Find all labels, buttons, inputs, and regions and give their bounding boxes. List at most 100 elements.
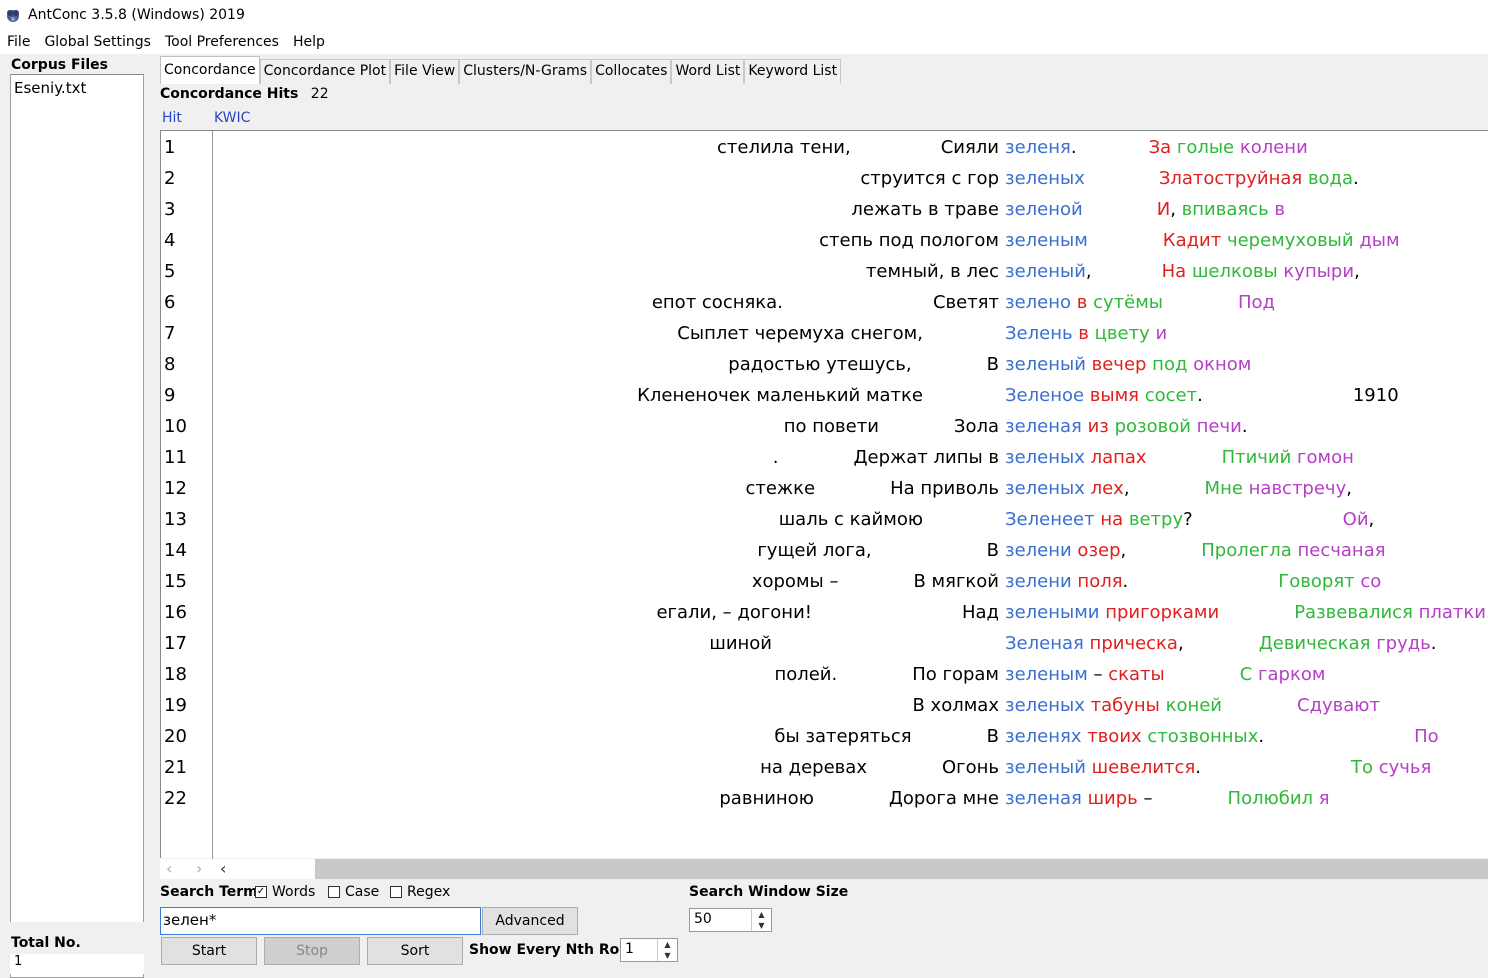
keyword-in-context[interactable]: зелено xyxy=(1005,292,1071,313)
context-word: Сияли xyxy=(940,137,999,158)
concordance-row[interactable]: шаль с каймою Зеленеет на ветру? Ой, xyxy=(161,509,1488,540)
keyword-in-context[interactable]: зеленя xyxy=(1005,137,1071,158)
concordance-row[interactable]: шиной Зеленая прическа, Девическая грудь. xyxy=(161,633,1488,664)
context-word: . xyxy=(1070,137,1077,158)
horizontal-scrollbar[interactable]: ‹ › ‹ xyxy=(160,859,1488,879)
corpus-panel: Corpus Files Eseniy.txt Total No. 1 xyxy=(8,56,148,978)
context-word: Говорят xyxy=(1278,571,1355,592)
concordance-row[interactable]: . Держат липы в зеленых лапах Птичий гомон xyxy=(161,447,1488,478)
words-checkbox[interactable]: ✓ xyxy=(255,886,267,898)
context-word: платки xyxy=(1412,602,1486,623)
concordance-row[interactable]: В холмах зеленых табуны коней Сдувают xyxy=(161,695,1488,726)
concordance-results[interactable]: 1 2 3 4 5 6 7 8 9 10 11 12 13 14 15 16 17 18 19 20 21 22 стел… xyxy=(160,130,1488,859)
keyword-in-context[interactable]: зеленях xyxy=(1005,726,1081,747)
start-button[interactable]: Start xyxy=(161,937,257,965)
keyword-in-context[interactable]: зеленая xyxy=(1005,416,1082,437)
spinner-arrows-icon[interactable]: ▲ ▼ xyxy=(657,939,677,961)
search-term-input[interactable]: зелен* xyxy=(160,907,481,935)
keyword-in-context[interactable]: зеленым xyxy=(1005,230,1088,251)
regex-checkbox[interactable] xyxy=(390,886,402,898)
column-header-hit[interactable]: Hit xyxy=(162,110,182,126)
menu-global-settings[interactable]: Global Settings xyxy=(37,34,158,50)
keyword-in-context[interactable]: зеленой xyxy=(1005,199,1083,220)
context-word: Ой xyxy=(1342,509,1369,530)
keyword-in-context[interactable]: зеленый xyxy=(1005,354,1086,375)
total-area: Total No. 1 xyxy=(10,922,144,974)
concordance-row[interactable]: Сыплет черемуха снегом, Зелень в цвету и xyxy=(161,323,1488,354)
keyword-in-context[interactable]: зелени xyxy=(1005,571,1072,592)
tab-clusters-ngrams[interactable]: Clusters/N-Grams xyxy=(459,59,592,84)
keyword-in-context[interactable]: зелеными xyxy=(1005,602,1099,623)
concordance-row[interactable]: полей. По горам зеленым – скаты С гарком xyxy=(161,664,1488,695)
keyword-in-context[interactable]: зеленых xyxy=(1005,168,1085,189)
keyword-in-context[interactable]: Зеленая xyxy=(1005,633,1084,654)
tab-keyword-list[interactable]: Keyword List xyxy=(744,59,842,84)
concordance-row[interactable]: Клененочек маленький матке Зеленое вымя с… xyxy=(161,385,1488,416)
menu-file[interactable]: File xyxy=(0,34,37,50)
stop-button[interactable]: Stop xyxy=(264,937,360,965)
keyword-in-context[interactable]: Зеленое xyxy=(1005,385,1084,406)
menu-help[interactable]: Help xyxy=(286,34,332,50)
concordance-row[interactable]: хоромы – В мягкой зелени поля. Говорят со xyxy=(161,571,1488,602)
keyword-and-right-context: зелеными пригоркамиРазвевалися платки. xyxy=(1005,602,1488,623)
concordance-row[interactable]: епот сосняка. Светят зелено в сутёмы Под xyxy=(161,292,1488,323)
concordance-row[interactable]: радостью утешусь, Взеленый вечер под окно… xyxy=(161,354,1488,385)
concordance-row[interactable]: бы затеряться Взеленях твоих стозвонных. П… xyxy=(161,726,1488,757)
advanced-button[interactable]: Advanced xyxy=(482,907,578,935)
context-word: Развевалися xyxy=(1294,602,1413,623)
concordance-row[interactable]: струится с гор зеленых Златоструйная вода. xyxy=(161,168,1488,199)
words-option[interactable]: ✓ Words xyxy=(255,884,315,900)
column-header-kwic[interactable]: KWIC xyxy=(214,110,250,126)
tab-collocates[interactable]: Collocates xyxy=(591,59,672,84)
left-context: равниною Дорога мне xyxy=(719,788,999,809)
concordance-row[interactable]: гущей лога, Взелени озер, Пролегла песчана… xyxy=(161,540,1488,571)
keyword-in-context[interactable]: зелени xyxy=(1005,540,1072,561)
concordance-row[interactable]: стелила тени, Сияли зеленя. За голые колени xyxy=(161,137,1488,168)
concordance-row[interactable]: равниною Дорога мне зеленая ширь – Полюбил … xyxy=(161,788,1488,819)
regex-option[interactable]: Regex xyxy=(390,884,450,900)
scroll-chevron-left-icon[interactable]: ‹ xyxy=(220,859,226,878)
corpus-file-list[interactable]: Eseniy.txt xyxy=(10,74,144,978)
keyword-and-right-context: Зелень в цвету и xyxy=(1005,323,1167,344)
nth-row-spinner[interactable]: 1 ▲ ▼ xyxy=(620,938,678,962)
left-context: гущей лога, В xyxy=(757,540,999,561)
menu-tool-preferences[interactable]: Tool Preferences xyxy=(158,34,286,50)
scroll-right-icon[interactable]: › xyxy=(196,859,202,878)
tab-file-view[interactable]: File View xyxy=(390,59,460,84)
keyword-in-context[interactable]: зеленых xyxy=(1005,447,1085,468)
keyword-in-context[interactable]: зеленых xyxy=(1005,695,1085,716)
sort-button[interactable]: Sort xyxy=(367,937,463,965)
keyword-in-context[interactable]: зеленым xyxy=(1005,664,1088,685)
keyword-in-context[interactable]: Зелень xyxy=(1005,323,1073,344)
concordance-row[interactable]: стежке На приволь зеленых лех, Мне навстреч… xyxy=(161,478,1488,509)
tab-concordance-plot[interactable]: Concordance Plot xyxy=(259,59,391,84)
keyword-in-context[interactable]: зеленый xyxy=(1005,261,1086,282)
corpus-file-item[interactable]: Eseniy.txt xyxy=(14,79,86,97)
context-word: На приволь xyxy=(890,478,999,499)
context-word: навстречу xyxy=(1242,478,1347,499)
scroll-left-icon[interactable]: ‹ xyxy=(166,859,172,878)
tool-tabs: Concordance Concordance Plot File View C… xyxy=(160,56,842,84)
concordance-row[interactable]: степь под пологом зеленым Кадит черемуховы… xyxy=(161,230,1488,261)
context-word: стелила тени, xyxy=(717,137,851,158)
concordance-row[interactable]: на деревах Огонь зеленый шевелится. То сучь… xyxy=(161,757,1488,788)
keyword-in-context[interactable]: зеленых xyxy=(1005,478,1085,499)
concordance-row[interactable]: по повети Зола зеленая из розовой печи. xyxy=(161,416,1488,447)
case-checkbox[interactable] xyxy=(328,886,340,898)
concordance-row[interactable]: лежать в траве зеленой И, впиваясь в xyxy=(161,199,1488,230)
tab-word-list[interactable]: Word List xyxy=(671,59,745,84)
case-option[interactable]: Case xyxy=(328,884,379,900)
tab-concordance[interactable]: Concordance xyxy=(160,56,260,84)
context-word: сосет xyxy=(1139,385,1198,406)
keyword-in-context[interactable]: зеленый xyxy=(1005,757,1086,778)
search-window-size-spinner[interactable]: 50 ▲ ▼ xyxy=(689,908,772,932)
left-context: по повети Зола xyxy=(784,416,999,437)
keyword-in-context[interactable]: Зеленеет xyxy=(1005,509,1095,530)
concordance-row[interactable]: егали, – догони! Над зелеными пригорками Ра… xyxy=(161,602,1488,633)
scrollbar-track[interactable] xyxy=(315,859,1488,879)
keyword-in-context[interactable]: зеленая xyxy=(1005,788,1082,809)
concordance-row[interactable]: темный, в лес зеленый, На шелковы купыри, xyxy=(161,261,1488,292)
spinner-arrows-icon[interactable]: ▲ ▼ xyxy=(751,909,771,931)
keyword-and-right-context: зеленя. За голые колени xyxy=(1005,137,1308,158)
context-word: егали, – догони! xyxy=(656,602,812,623)
